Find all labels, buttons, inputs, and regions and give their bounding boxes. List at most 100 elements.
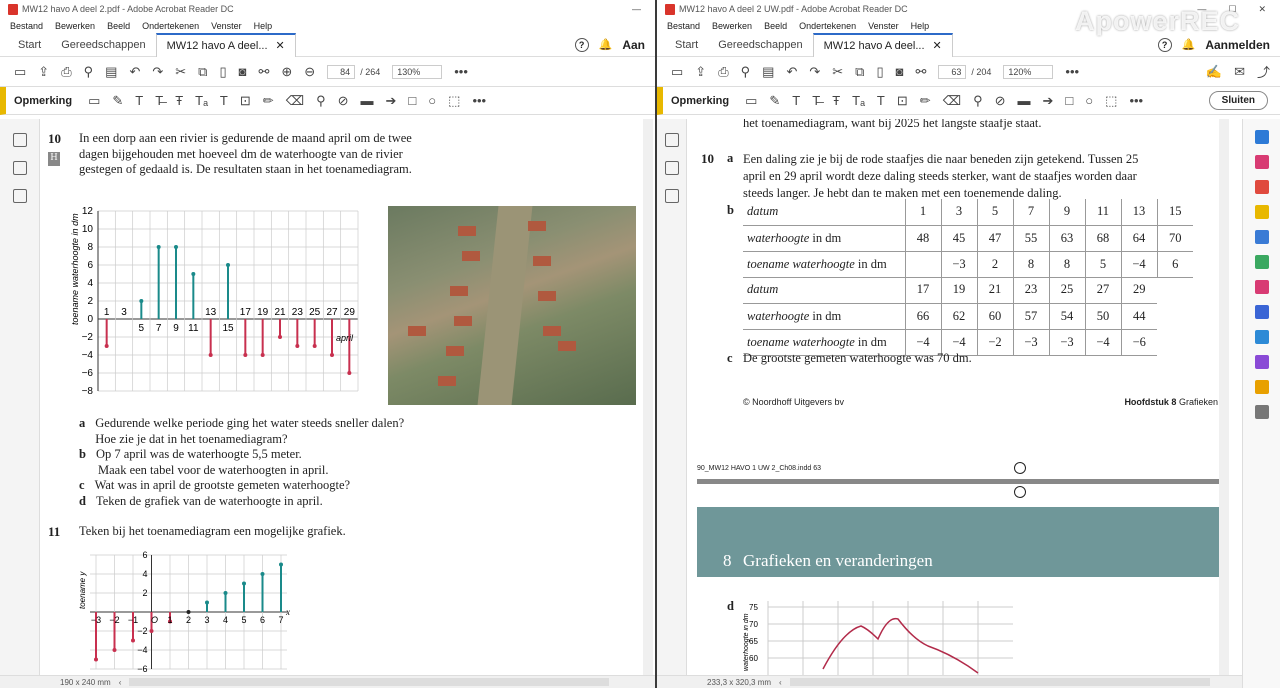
binoculars-icon[interactable]: ⚯ (915, 64, 926, 80)
tab-tools[interactable]: Gereedschappen (708, 33, 812, 57)
vertical-scrollbar[interactable] (1219, 119, 1229, 675)
close-tab-icon[interactable]: ✕ (933, 39, 942, 52)
snapshot-icon[interactable]: ◙ (896, 64, 904, 79)
more-tools-icon[interactable] (1255, 405, 1269, 419)
minimize-button[interactable]: — (632, 4, 641, 14)
vertical-scrollbar[interactable] (643, 119, 653, 675)
menu-venster[interactable]: Venster (868, 21, 899, 31)
menu-bewerken[interactable]: Bewerken (55, 21, 95, 31)
menu-help[interactable]: Help (254, 21, 273, 31)
page-down-icon[interactable]: ⊖ (304, 64, 315, 80)
save-icon[interactable]: ▭ (671, 64, 683, 80)
scroll-left-icon[interactable]: ‹ (119, 678, 122, 687)
tab-document[interactable]: MW12 havo A deel... ✕ (155, 32, 296, 57)
polygon-icon[interactable]: ⬚ (1105, 93, 1117, 109)
menu-ondertekenen[interactable]: Ondertekenen (142, 21, 199, 31)
polygon-icon[interactable]: ⬚ (448, 93, 460, 109)
insert-text-icon[interactable]: Tₐ (852, 93, 865, 108)
cut-icon[interactable]: ✂ (175, 64, 186, 80)
zoom-search-icon[interactable]: ⚲ (84, 64, 94, 80)
share-icon[interactable]: ⤴ (1257, 62, 1270, 81)
textbox-icon[interactable]: ⊡ (240, 93, 251, 109)
zoom-select[interactable]: 130% (392, 64, 443, 79)
page-up-icon[interactable]: ⊕ (281, 64, 292, 80)
replace-text-icon[interactable]: Ŧ (175, 93, 183, 108)
copy-icon[interactable]: ⧉ (855, 64, 864, 80)
strikethrough-icon[interactable]: T̶ (155, 93, 163, 108)
redo-icon[interactable]: ↷ (809, 64, 820, 80)
highlight-icon[interactable]: ✎ (769, 93, 780, 109)
attach-icon[interactable]: ⊘ (338, 93, 349, 109)
text-icon[interactable]: T (877, 93, 885, 108)
tab-tools[interactable]: Gereedschappen (51, 33, 155, 57)
tab-start[interactable]: Start (665, 33, 708, 57)
attachments-icon[interactable] (665, 161, 679, 175)
rectangle-icon[interactable]: □ (408, 93, 416, 108)
oval-icon[interactable]: ○ (1085, 93, 1093, 108)
help-icon[interactable]: ? (1157, 37, 1172, 52)
scan-icon[interactable] (1255, 330, 1269, 344)
sign-icon[interactable]: ✍ (1206, 64, 1222, 80)
upload-icon[interactable]: ⇪ (38, 64, 49, 80)
pencil-icon[interactable]: ✏ (920, 93, 931, 109)
rectangle-icon[interactable]: □ (1065, 93, 1073, 108)
arrow-icon[interactable]: ➔ (386, 93, 397, 109)
text-icon[interactable]: T (220, 93, 228, 108)
horizontal-scrollbar[interactable] (789, 678, 1210, 686)
help-icon[interactable]: ? (574, 37, 589, 52)
mail-icon[interactable]: ✉ (1234, 64, 1245, 80)
horizontal-scrollbar[interactable] (129, 678, 610, 686)
bell-icon[interactable]: 🔔 (599, 38, 613, 51)
binoculars-icon[interactable]: ⚯ (258, 64, 269, 80)
textbox-icon[interactable]: ⊡ (897, 93, 908, 109)
page-thumbnails-icon[interactable] (13, 133, 27, 147)
arrow-icon[interactable]: ➔ (1043, 93, 1054, 109)
tab-document[interactable]: MW12 havo A deel... ✕ (812, 32, 953, 57)
menu-bestand[interactable]: Bestand (10, 21, 43, 31)
attach-icon[interactable]: ⊘ (995, 93, 1006, 109)
menu-beeld[interactable]: Beeld (764, 21, 787, 31)
highlight-icon[interactable]: ✎ (112, 93, 123, 109)
page-thumbnails-icon[interactable] (665, 133, 679, 147)
line-icon[interactable]: ▬ (361, 93, 374, 108)
page-number-input[interactable]: 63 (938, 64, 967, 79)
page-number-input[interactable]: 84 (327, 64, 356, 79)
underline-icon[interactable]: T (792, 93, 800, 108)
zoom-select[interactable]: 120% (1003, 64, 1054, 79)
menu-bewerken[interactable]: Bewerken (712, 21, 752, 31)
more-tools-icon[interactable]: ••• (1129, 93, 1143, 108)
redo-icon[interactable]: ↷ (152, 64, 163, 80)
line-icon[interactable]: ▬ (1018, 93, 1031, 108)
oval-icon[interactable]: ○ (428, 93, 436, 108)
upload-icon[interactable]: ⇪ (695, 64, 706, 80)
close-comment-button[interactable]: Sluiten (1208, 91, 1268, 110)
find-icon[interactable]: ▤ (762, 64, 774, 80)
strikethrough-icon[interactable]: T̶ (812, 93, 820, 108)
scroll-left-icon[interactable]: ‹ (779, 678, 782, 687)
combine-files-icon[interactable] (1255, 230, 1269, 244)
eraser-icon[interactable]: ⌫ (943, 93, 961, 109)
cut-icon[interactable]: ✂ (832, 64, 843, 80)
protect-icon[interactable] (1255, 305, 1269, 319)
undo-icon[interactable]: ↶ (129, 64, 140, 80)
save-icon[interactable]: ▭ (14, 64, 26, 80)
menu-venster[interactable]: Venster (211, 21, 242, 31)
print-icon[interactable]: ⎙ (61, 64, 71, 80)
menu-bestand[interactable]: Bestand (667, 21, 700, 31)
snapshot-icon[interactable]: ◙ (239, 64, 247, 79)
signatures-icon[interactable] (665, 189, 679, 203)
eraser-icon[interactable]: ⌫ (286, 93, 304, 109)
copy-icon[interactable]: ⧉ (198, 64, 207, 80)
sticky-note-icon[interactable]: ▭ (745, 93, 757, 109)
bell-icon[interactable]: 🔔 (1182, 38, 1196, 51)
close-window-button[interactable]: ✕ (1258, 4, 1266, 15)
comment-tool-icon[interactable] (1255, 205, 1269, 219)
export-pdf-icon[interactable] (1255, 180, 1269, 194)
edit-pdf-icon[interactable] (1255, 255, 1269, 269)
sticky-note-icon[interactable]: ▭ (88, 93, 100, 109)
paste-icon[interactable]: ▯ (876, 64, 883, 80)
stamp-icon[interactable]: ⚲ (973, 93, 983, 109)
close-tab-icon[interactable]: ✕ (276, 39, 285, 52)
signatures-icon[interactable] (13, 189, 27, 203)
undo-icon[interactable]: ↶ (786, 64, 797, 80)
